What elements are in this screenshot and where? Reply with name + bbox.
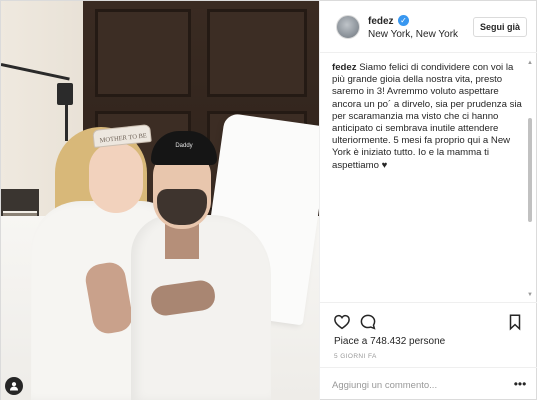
user-tag-icon[interactable] [5, 377, 23, 395]
post-actions: Piace a 748.432 persone 5 GIORNI FA [320, 302, 537, 366]
scroll-down-arrow-icon[interactable]: ▼ [527, 292, 533, 298]
avatar[interactable] [336, 15, 360, 39]
scrollbar-thumb[interactable] [528, 118, 532, 222]
post-timestamp[interactable]: 5 GIORNI FA [334, 353, 377, 360]
comment-bar: ••• [320, 367, 537, 400]
following-button[interactable]: Segui già [473, 17, 527, 37]
post-caption: fedez Siamo felici di condividere con vo… [332, 62, 524, 172]
caption-username[interactable]: fedez [332, 62, 357, 73]
post-username[interactable]: fedez [368, 16, 394, 27]
photo-woman-face [89, 143, 143, 213]
heart-icon[interactable] [333, 313, 351, 331]
more-options-icon[interactable]: ••• [512, 378, 528, 392]
photo-man-cap: Daddy [151, 131, 217, 165]
verified-badge-icon: ✓ [398, 15, 409, 26]
post-photo[interactable]: MOTHER TO BE Daddy [1, 1, 319, 400]
post-sidebar: fedez ✓ New York, New York Segui già fed… [319, 1, 537, 400]
tiara-text: MOTHER TO BE [99, 132, 147, 144]
post-location[interactable]: New York, New York [368, 29, 458, 40]
comment-icon[interactable] [359, 313, 377, 331]
comment-input[interactable] [332, 377, 510, 393]
scroll-up-arrow-icon[interactable]: ▲ [527, 60, 533, 66]
caption-text: Siamo felici di condividere con voi la p… [332, 62, 522, 171]
post-modal: MOTHER TO BE Daddy fedez ✓ New York, New [0, 0, 537, 400]
post-header: fedez ✓ New York, New York Segui già [320, 1, 537, 53]
bookmark-icon[interactable] [506, 313, 524, 331]
likes-count[interactable]: Piace a 748.432 persone [334, 336, 445, 347]
comments-area[interactable]: fedez Siamo felici di condividere con vo… [320, 54, 537, 302]
cap-text: Daddy [175, 143, 192, 149]
